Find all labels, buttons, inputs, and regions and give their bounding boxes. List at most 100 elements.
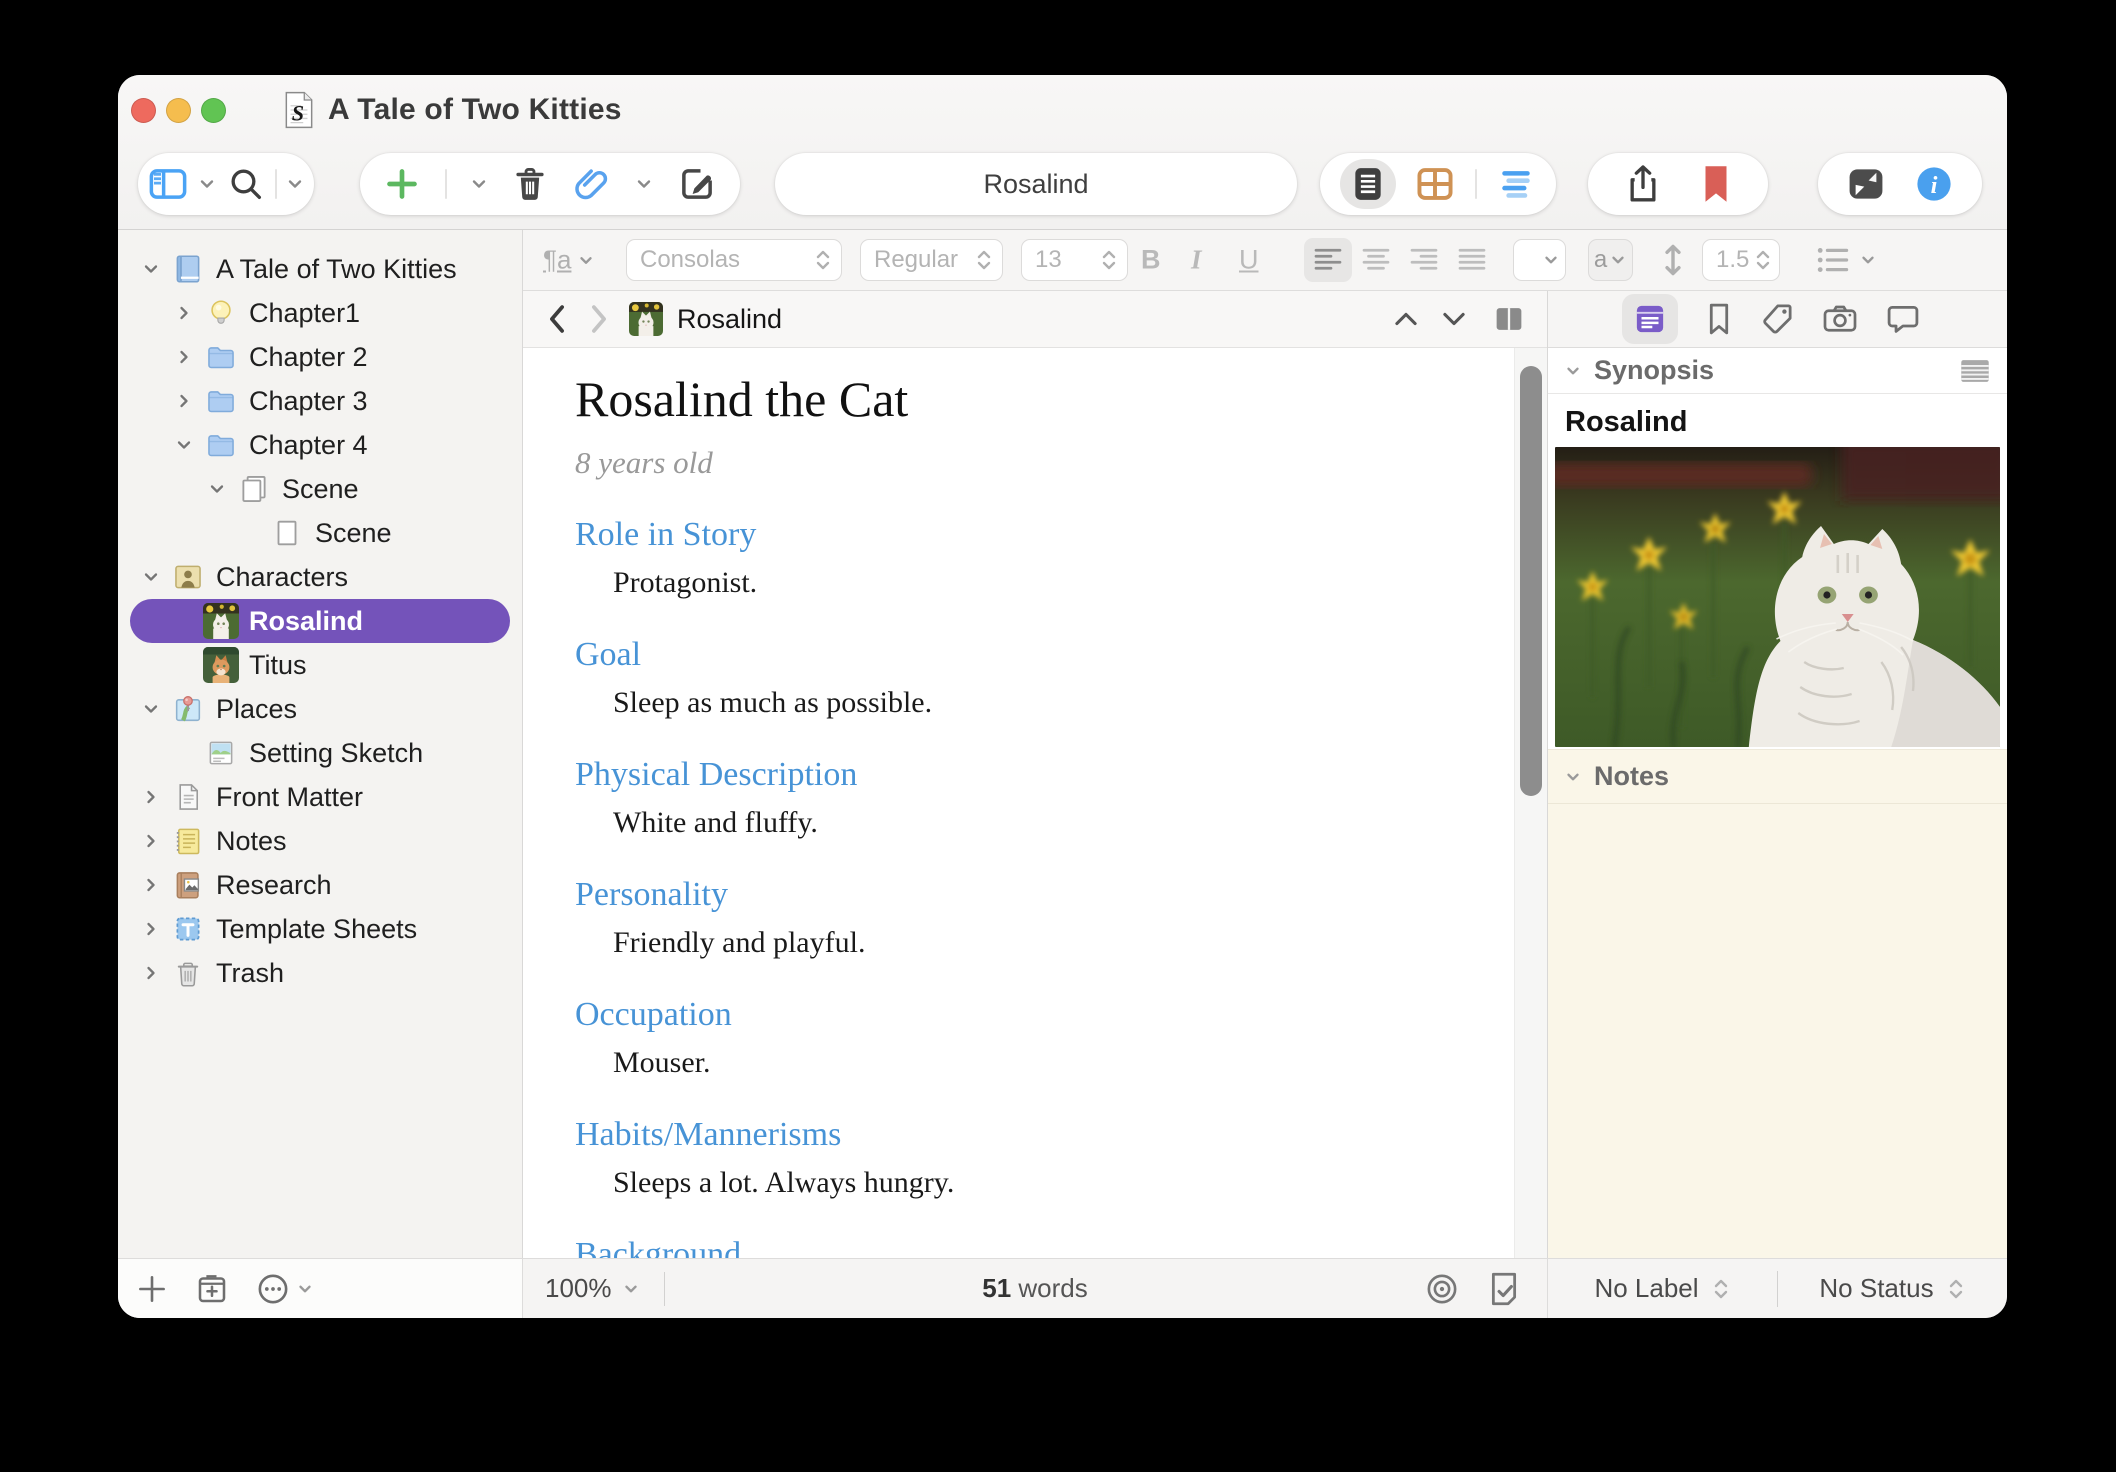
chevron-down-icon[interactable] [202, 479, 232, 499]
folder-icon [203, 427, 239, 463]
minimize-button[interactable] [166, 98, 191, 123]
add-chevron-down-icon[interactable] [469, 174, 489, 194]
attach-button[interactable] [571, 164, 611, 204]
chevron-right-icon[interactable] [169, 347, 199, 367]
quick-reference-button[interactable] [1845, 165, 1887, 203]
document-view-button[interactable] [1340, 159, 1396, 209]
binder-item-characters[interactable]: Characters [130, 555, 510, 599]
binder-item-scene[interactable]: Scene [130, 467, 510, 511]
chevron-down-icon[interactable] [136, 567, 166, 587]
paragraph-style-menu[interactable]: ¶a [543, 245, 595, 276]
tab-comments[interactable] [1886, 303, 1920, 335]
stepper-icon [1753, 247, 1773, 273]
chevron-right-icon[interactable] [136, 963, 166, 983]
sidebar-chevron-down-icon[interactable] [197, 174, 217, 194]
corkboard-view-button[interactable] [1415, 166, 1455, 202]
binder-item-research[interactable]: Research [130, 863, 510, 907]
previous-document-button[interactable] [1393, 309, 1419, 329]
bold-button[interactable]: B [1141, 245, 1161, 276]
history-forward-button[interactable] [587, 302, 611, 336]
binder-item-chapter-2[interactable]: Chapter 2 [130, 335, 510, 379]
chevron-right-icon[interactable] [136, 831, 166, 851]
highlight-button[interactable]: a [1588, 239, 1633, 281]
binder-item-front-matter[interactable]: Front Matter [130, 775, 510, 819]
split-view-button[interactable] [1493, 304, 1525, 334]
synopsis-section-header[interactable]: Synopsis [1548, 348, 2007, 394]
binder-item-trash[interactable]: Trash [130, 951, 510, 995]
chevron-right-icon[interactable] [136, 919, 166, 939]
binder-item-rosalind[interactable]: Rosalind [130, 599, 510, 643]
line-spacing-select[interactable]: 1.5 [1702, 239, 1780, 281]
binder-item-setting-sketch[interactable]: Setting Sketch [130, 731, 510, 775]
add-document-button[interactable] [136, 1273, 168, 1305]
history-back-button[interactable] [545, 302, 569, 336]
writing-target-button[interactable] [1425, 1272, 1459, 1306]
binder-item-label: Chapter 2 [249, 342, 368, 373]
underline-button[interactable]: U [1239, 245, 1259, 276]
mark-reviewed-button[interactable] [1489, 1271, 1519, 1307]
label-dropdown[interactable]: No Label [1548, 1273, 1777, 1304]
binder-item-places[interactable]: Places [130, 687, 510, 731]
align-justify-button[interactable] [1448, 238, 1496, 282]
editor-scrollbar-thumb[interactable] [1520, 366, 1542, 796]
list-menu[interactable] [1813, 244, 1877, 276]
chevron-down-icon[interactable] [136, 259, 166, 279]
chevron-right-icon[interactable] [169, 303, 199, 323]
section-heading: Habits/Mannerisms [575, 1114, 1487, 1156]
chevron-right-icon[interactable] [136, 787, 166, 807]
close-button[interactable] [131, 98, 156, 123]
compose-button[interactable] [676, 163, 718, 205]
tab-metadata[interactable] [1760, 302, 1794, 336]
italic-button[interactable]: I [1191, 245, 1202, 276]
font-size-select[interactable]: 13 [1021, 239, 1128, 281]
share-button[interactable] [1623, 162, 1663, 206]
attach-chevron-down-icon[interactable] [634, 174, 654, 194]
search-button[interactable] [226, 164, 266, 204]
synopsis-photo[interactable] [1548, 445, 2007, 749]
content-row: Rosalind Rosalind the Cat 8 years old Ro… [523, 291, 2007, 1258]
outline-view-button[interactable] [1496, 166, 1536, 202]
binder-item-a-tale-of-two-kitties[interactable]: A Tale of Two Kitties [130, 247, 510, 291]
font-variant-select[interactable]: Regular [860, 239, 1003, 281]
inspector-info-button[interactable]: i [1913, 163, 1955, 205]
tab-bookmarks[interactable] [1706, 302, 1732, 336]
chevron-right-icon[interactable] [169, 391, 199, 411]
zoom-button[interactable] [201, 98, 226, 123]
align-center-button[interactable] [1352, 238, 1400, 282]
font-family-select[interactable]: Consolas [626, 239, 842, 281]
tab-notes[interactable] [1622, 294, 1678, 344]
binder-item-notes[interactable]: Notes [130, 819, 510, 863]
chevron-down-icon[interactable] [169, 435, 199, 455]
binder-item-chapter-4[interactable]: Chapter 4 [130, 423, 510, 467]
text-color-well[interactable] [1513, 239, 1566, 281]
index-card-icon[interactable] [1959, 358, 1991, 384]
search-chevron-down-icon[interactable] [285, 174, 305, 194]
notes-text-area[interactable] [1548, 804, 2007, 1258]
move-to-trash-button[interactable] [511, 163, 549, 205]
zoom-control[interactable]: 100% [545, 1273, 640, 1304]
align-left-button[interactable] [1304, 238, 1352, 282]
bookmark-button[interactable] [1699, 163, 1733, 205]
editor-text-area[interactable]: Rosalind the Cat 8 years old Role in Sto… [523, 348, 1547, 1258]
editor-scrollbar-track[interactable] [1514, 348, 1547, 1258]
add-item-button[interactable] [382, 164, 422, 204]
binder-item-template-sheets[interactable]: Template Sheets [130, 907, 510, 951]
binder-item-chapter-3[interactable]: Chapter 3 [130, 379, 510, 423]
sidebar-toggle-button[interactable] [147, 163, 189, 205]
binder-item-chapter1[interactable]: Chapter1 [130, 291, 510, 335]
add-folder-button[interactable] [194, 1272, 230, 1306]
binder-item-scene[interactable]: Scene [130, 511, 510, 555]
tab-snapshots[interactable] [1822, 304, 1858, 334]
chevron-down-icon[interactable] [136, 699, 166, 719]
notes-section-header[interactable]: Notes [1548, 749, 2007, 804]
document-section: Habits/MannerismsSleeps a lot. Always hu… [575, 1114, 1487, 1202]
align-right-button[interactable] [1400, 238, 1448, 282]
status-dropdown[interactable]: No Status [1778, 1273, 2007, 1304]
toolbar-search-field[interactable]: Rosalind [775, 153, 1297, 215]
binder-actions-menu[interactable] [256, 1272, 314, 1306]
line-height-icon[interactable] [1659, 243, 1687, 277]
chevron-right-icon[interactable] [136, 875, 166, 895]
synopsis-title[interactable]: Rosalind [1548, 394, 2007, 445]
next-document-button[interactable] [1441, 309, 1467, 329]
binder-item-titus[interactable]: Titus [130, 643, 510, 687]
